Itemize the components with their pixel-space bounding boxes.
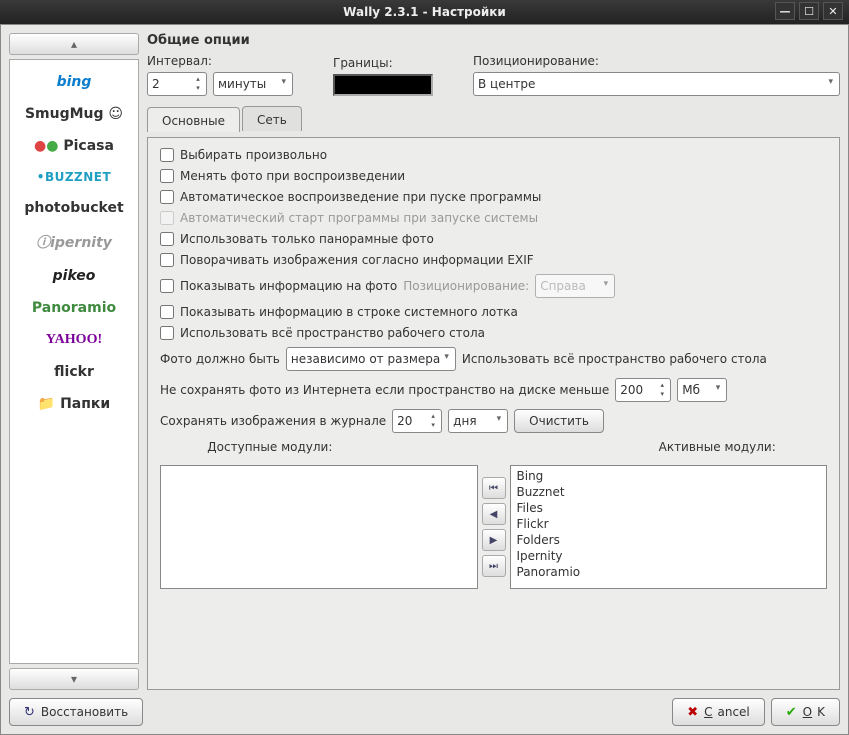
provider-flickr[interactable]: flickr — [54, 364, 94, 380]
opt-change-on-play[interactable]: Менять фото при воспроизведении — [160, 169, 827, 183]
minimize-button[interactable]: — — [775, 2, 795, 20]
history-value[interactable]: 20▴▾ — [392, 409, 442, 433]
cancel-button[interactable]: ✖Cancel — [672, 698, 765, 726]
restore-button[interactable]: ↻Восстановить — [9, 698, 143, 726]
provider-folders[interactable]: 📁 Папки — [38, 396, 110, 412]
provider-panoramio[interactable]: Panoramio — [32, 300, 116, 316]
provider-smugmug[interactable]: SmugMug ☺ — [25, 106, 123, 122]
provider-ipernity[interactable]: ⓘipernity — [36, 232, 112, 252]
cancel-icon: ✖ — [687, 705, 698, 720]
position-label: Позиционирование: — [473, 54, 840, 68]
disk-label: Не сохранять фото из Интернета если прос… — [160, 383, 609, 397]
move-all-right-button[interactable]: ⏭ — [482, 555, 506, 577]
ok-icon: ✔ — [786, 705, 797, 720]
disk-value[interactable]: 200▴▾ — [615, 378, 671, 402]
opt-random[interactable]: Выбирать произвольно — [160, 148, 827, 162]
interval-unit[interactable]: минуты — [213, 72, 293, 96]
provider-photobucket[interactable]: photobucket — [24, 200, 123, 216]
move-right-button[interactable]: ▶ — [482, 529, 506, 551]
available-modules-label: Доступные модули: — [160, 440, 380, 454]
info-pos-select: Справа — [535, 274, 615, 298]
photo-must-label: Фото должно быть — [160, 352, 280, 366]
restore-icon: ↻ — [24, 705, 35, 720]
provider-pikeo[interactable]: pikeo — [53, 268, 96, 284]
opt-full-desktop[interactable]: Использовать всё пространство рабочего с… — [160, 326, 827, 340]
opt-only-pano[interactable]: Использовать только панорамные фото — [160, 232, 827, 246]
opt-autoplay[interactable]: Автоматическое воспроизведение при пуске… — [160, 190, 827, 204]
photo-must-suffix: Использовать всё пространство рабочего с… — [462, 352, 767, 366]
disk-unit[interactable]: Мб — [677, 378, 727, 402]
module-item[interactable]: Buzznet — [513, 484, 825, 500]
history-label: Сохранять изображения в журнале — [160, 414, 386, 428]
active-modules-list[interactable]: Bing Buzznet Files Flickr Folders Iperni… — [510, 465, 828, 589]
interval-label: Интервал: — [147, 54, 293, 68]
move-all-left-button[interactable]: ⏮ — [482, 477, 506, 499]
photo-size-select[interactable]: независимо от размера — [286, 347, 456, 371]
provider-picasa[interactable]: ●● Picasa — [34, 138, 114, 154]
maximize-button[interactable]: ☐ — [799, 2, 819, 20]
tab-main[interactable]: Основные — [147, 107, 240, 132]
sidebar-scroll-up[interactable]: ▴ — [9, 33, 139, 55]
history-unit[interactable]: дня — [448, 409, 508, 433]
ok-button[interactable]: ✔OK — [771, 698, 840, 726]
move-left-button[interactable]: ◀ — [482, 503, 506, 525]
opt-show-info[interactable]: Показывать информацию на фото — [160, 279, 397, 293]
borders-label: Границы: — [333, 56, 433, 70]
opt-autostart: Автоматический старт программы при запус… — [160, 211, 827, 225]
opt-show-tray[interactable]: Показывать информацию в строке системног… — [160, 305, 827, 319]
info-pos-label: Позиционирование: — [403, 279, 529, 293]
module-item[interactable]: Bing — [513, 468, 825, 484]
position-select[interactable]: В центре — [473, 72, 840, 96]
module-item[interactable]: Ipernity — [513, 548, 825, 564]
provider-yahoo[interactable]: YAHOO! — [46, 332, 102, 348]
provider-bing[interactable]: bing — [57, 74, 92, 90]
window-title: Wally 2.3.1 - Настройки — [343, 5, 506, 19]
border-color-picker[interactable] — [333, 74, 433, 96]
active-modules-label: Активные модули: — [607, 440, 827, 454]
tab-panel-main: Выбирать произвольно Менять фото при вос… — [147, 137, 840, 690]
module-item[interactable]: Flickr — [513, 516, 825, 532]
clear-history-button[interactable]: Очистить — [514, 409, 604, 433]
sidebar-scroll-down[interactable]: ▾ — [9, 668, 139, 690]
close-window-button[interactable]: ✕ — [823, 2, 843, 20]
provider-list[interactable]: bing SmugMug ☺ ●● Picasa •BUZZNET photob… — [9, 59, 139, 664]
available-modules-list[interactable] — [160, 465, 478, 589]
opt-rotate-exif[interactable]: Поворачивать изображения согласно информ… — [160, 253, 827, 267]
section-title: Общие опции — [147, 33, 840, 48]
module-item[interactable]: Folders — [513, 532, 825, 548]
provider-buzznet[interactable]: •BUZZNET — [37, 170, 111, 184]
module-item[interactable]: Files — [513, 500, 825, 516]
tab-network[interactable]: Сеть — [242, 106, 302, 131]
interval-value[interactable]: 2▴▾ — [147, 72, 207, 96]
module-item[interactable]: Panoramio — [513, 564, 825, 580]
